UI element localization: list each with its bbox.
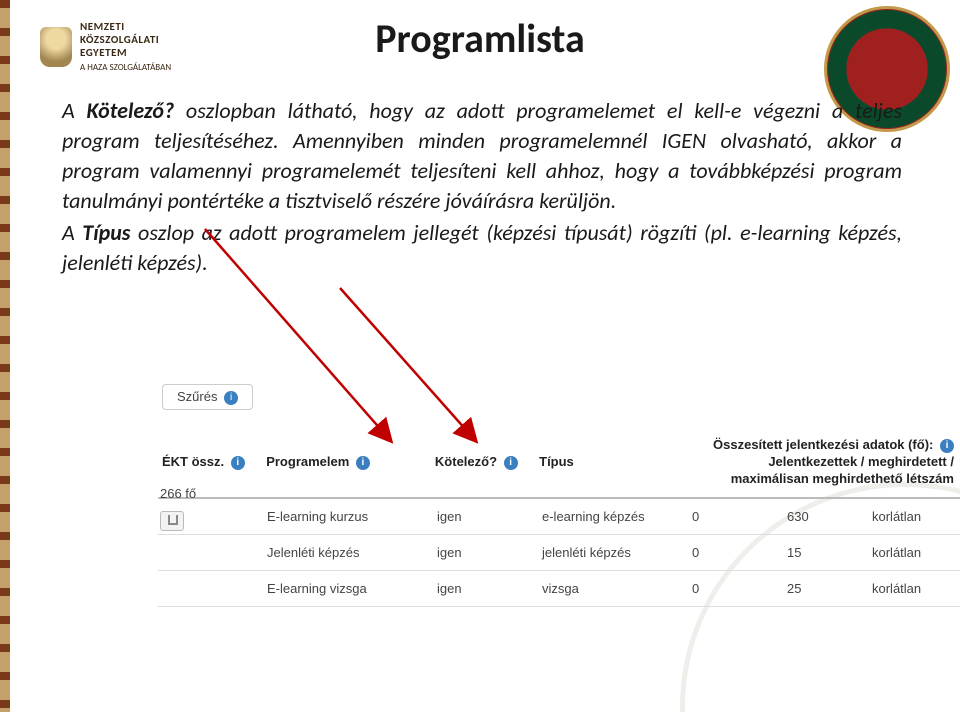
cell-v1: 0 — [692, 509, 787, 524]
p2-body: oszlop az adott programelem jellegét (ké… — [62, 219, 902, 276]
cell-v2: 15 — [787, 545, 872, 560]
cell-v2: 630 — [787, 509, 872, 524]
col-header-ekt: ÉKT össz. i — [158, 454, 266, 470]
cell-programelem: E-learning kurzus — [267, 509, 437, 524]
col-header-programelem: Programelem i — [266, 454, 435, 470]
cell-programelem: Jelenléti képzés — [267, 545, 437, 560]
ekt-total-block: 266 fő — [160, 486, 265, 534]
col-header-programelem-label: Programelem — [266, 454, 349, 469]
cell-v1: 0 — [692, 545, 787, 560]
col-header-tipus: Típus — [539, 454, 688, 469]
program-table: Szűrés i ÉKT össz. i Programelem i Kötel… — [158, 414, 960, 607]
col-header-kotelezo: Kötelező? i — [435, 454, 539, 470]
cell-v1: 0 — [692, 581, 787, 596]
table-row: E-learning kurzus igen e-learning képzés… — [158, 499, 960, 535]
p2-prefix: A — [62, 219, 82, 246]
filter-button-label: Szűrés — [177, 389, 217, 404]
table-row: E-learning vizsga igen vizsga 0 25 korlá… — [158, 571, 960, 607]
summary-line2: Jelentkezettek / meghirdetett / maximáli… — [731, 454, 954, 486]
keyword-tipus: Típus — [82, 219, 130, 246]
cell-v2: 25 — [787, 581, 872, 596]
info-icon: i — [231, 456, 245, 470]
p1-body: oszlopban látható, hogy az adott program… — [62, 97, 902, 214]
col-header-kotelezo-label: Kötelező? — [435, 454, 497, 469]
cell-programelem: E-learning vizsga — [267, 581, 437, 596]
cell-tipus: jelenléti képzés — [542, 545, 692, 560]
cell-v3: korlátlan — [872, 509, 960, 524]
col-header-ekt-label: ÉKT össz. — [162, 454, 224, 469]
info-icon: i — [356, 456, 370, 470]
table-header-row: ÉKT össz. i Programelem i Kötelező? i Tí… — [158, 414, 960, 499]
cell-v3: korlátlan — [872, 545, 960, 560]
cell-kotelezo: igen — [437, 545, 542, 560]
page-title: Programlista — [0, 14, 960, 63]
download-icon[interactable] — [160, 511, 184, 531]
slide-edge-decoration — [0, 0, 10, 712]
info-icon: i — [224, 391, 238, 405]
p1-prefix: A — [62, 97, 87, 124]
description-text: A Kötelező? oszlopban látható, hogy az a… — [62, 96, 902, 280]
cell-kotelezo: igen — [437, 509, 542, 524]
col-header-tipus-label: Típus — [539, 454, 574, 469]
cell-kotelezo: igen — [437, 581, 542, 596]
ekt-total-value: 266 fő — [160, 486, 265, 501]
info-icon: i — [940, 439, 954, 453]
keyword-kotelezo: Kötelező? — [87, 97, 175, 124]
filter-button[interactable]: Szűrés i — [162, 384, 253, 410]
cell-tipus: e-learning képzés — [542, 509, 692, 524]
cell-tipus: vizsga — [542, 581, 692, 596]
summary-line1: Összesített jelentkezési adatok (fő): — [713, 437, 933, 452]
info-icon: i — [504, 456, 518, 470]
cell-v3: korlátlan — [872, 581, 960, 596]
table-row: Jelenléti képzés igen jelenléti képzés 0… — [158, 535, 960, 571]
col-header-summary: Összesített jelentkezési adatok (fő): i … — [688, 436, 960, 487]
